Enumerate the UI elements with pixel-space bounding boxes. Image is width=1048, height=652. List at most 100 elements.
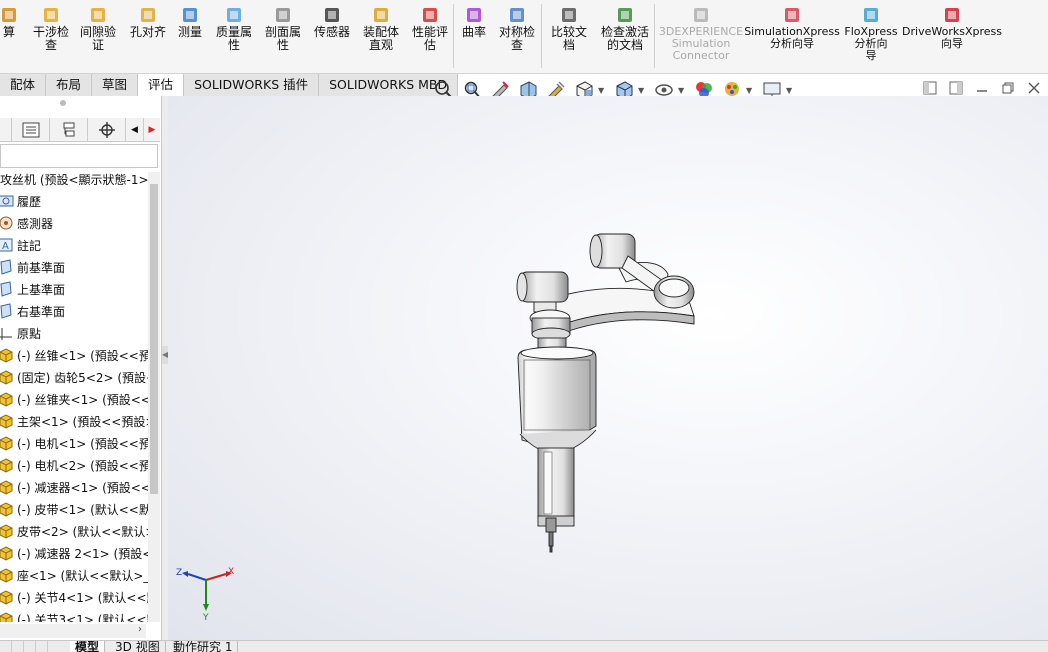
ribbon-button-8[interactable]: 装配体 直观	[358, 2, 404, 70]
tree-item-label: (固定) 齿轮5<2> (預設<	[17, 370, 148, 385]
tree-scroll-thumb[interactable]	[150, 184, 158, 494]
manager-tab-dimxpert[interactable]	[88, 118, 126, 142]
tree-item[interactable]: A 註記	[0, 234, 146, 256]
view-orientation-dropdown-icon[interactable]: ▼	[598, 86, 606, 95]
reference-triad: X Z Y	[176, 567, 234, 622]
tree-item[interactable]: (-) 减速器 2<1> (預設<	[0, 542, 148, 564]
tree-item[interactable]: 履歷	[0, 190, 146, 212]
panel-grip[interactable]	[60, 100, 66, 106]
simulation-connector-icon	[691, 5, 711, 25]
ribbon-button-label: 算	[2, 25, 15, 39]
last-tab-arrow-icon[interactable]	[36, 641, 48, 652]
ribbon-button-5[interactable]: 质量属 性	[212, 2, 256, 70]
tree-horizontal-scrollbar[interactable]: ›	[0, 624, 146, 638]
tree-item[interactable]: (-) 关节4<1> (默认<<默	[0, 586, 148, 608]
tree-item[interactable]: (-) 减速器<1> (預設<<	[0, 476, 148, 498]
tab-0[interactable]: 配体	[0, 74, 47, 96]
tree-item-label: 上基準面	[17, 282, 66, 297]
manager-tab-propertymanager[interactable]	[12, 118, 50, 142]
property-manager-icon	[22, 122, 39, 138]
tree-vertical-scrollbar[interactable]	[148, 172, 160, 622]
next-tab-arrow-icon[interactable]	[24, 641, 36, 652]
minimize-icon[interactable]	[974, 80, 990, 96]
ribbon-button-13[interactable]: 检查激活 的文档	[595, 2, 655, 70]
ribbon-button-label: 曲率	[461, 25, 486, 39]
tree-item[interactable]: 攻丝机 (预設<顯示狀態-1>	[0, 172, 148, 190]
close-icon[interactable]	[1026, 80, 1042, 96]
part-icon	[0, 567, 14, 583]
restore-icon[interactable]	[1000, 80, 1016, 96]
ribbon-button-14[interactable]: 3DEXPERIENCE Simulation Connector	[659, 2, 743, 70]
plane-icon	[0, 303, 14, 319]
bottom-tab-1[interactable]: 3D 视图	[110, 641, 166, 652]
tree-item[interactable]: 上基準面	[0, 278, 146, 300]
manager-tab-configurationmanager[interactable]	[50, 118, 88, 142]
graphics-viewport[interactable]: X Z Y	[168, 96, 1048, 640]
first-tab-arrow-icon[interactable]	[0, 641, 12, 652]
ribbon-button-4[interactable]: 测量	[175, 2, 205, 70]
ribbon-button-1[interactable]: 干涉检 查	[30, 2, 72, 70]
apply-scene-dropdown-icon[interactable]: ▼	[746, 86, 754, 95]
dimxpert-crosshair-icon	[98, 122, 115, 138]
tile-left-icon[interactable]	[922, 80, 938, 96]
tree-filter-input[interactable]	[0, 144, 158, 168]
tree-item[interactable]: (-) 丝锥<1> (預設<<預	[0, 344, 148, 366]
ribbon-button-label: 孔对齐	[129, 25, 166, 39]
bottom-tab-2[interactable]: 動作研究 1	[168, 641, 239, 652]
part-icon	[0, 435, 14, 451]
ribbon-button-0[interactable]: 算	[0, 2, 18, 70]
tile-right-icon[interactable]	[948, 80, 964, 96]
tab-3[interactable]: 评估	[138, 74, 185, 96]
ribbon-button-2[interactable]: 间隙验 证	[78, 2, 118, 70]
tab-1[interactable]: 布局	[46, 74, 93, 96]
tree-item[interactable]: 前基準面	[0, 256, 146, 278]
ribbon-button-16[interactable]: FloXpress 分析向 导	[844, 2, 898, 70]
tree-item[interactable]: (-) 皮带<1> (默认<<默	[0, 498, 148, 520]
tab-2[interactable]: 草图	[92, 74, 139, 96]
hide-show-dropdown-icon[interactable]: ▼	[678, 86, 686, 95]
ribbon-button-label: 比较文 档	[550, 25, 587, 52]
tree-item-label: 攻丝机 (预設<顯示狀態-1>	[0, 172, 148, 187]
document-window-controls	[922, 80, 1042, 96]
tree-item-label: (-) 减速器 2<1> (預設<	[17, 546, 148, 561]
ribbon-button-12[interactable]: 比较文 档	[547, 2, 591, 70]
tab-4[interactable]: SOLIDWORKS 插件	[184, 74, 320, 96]
tree-item[interactable]: (-) 电机<1> (預設<<預	[0, 432, 148, 454]
tree-item[interactable]: 皮带<2> (默认<<默认>	[0, 520, 148, 542]
ribbon-button-6[interactable]: 剖面属 性	[261, 2, 305, 70]
manager-tab-featuremanager[interactable]	[0, 118, 12, 142]
tree-item[interactable]: (固定) 齿轮5<2> (預設<	[0, 366, 148, 388]
tree-item[interactable]: 座<1> (默认<<默认>_显	[0, 564, 148, 586]
ribbon-button-11[interactable]: 对称检 查	[496, 2, 538, 70]
plane-icon	[0, 281, 14, 297]
ribbon-button-label: 装配体 直观	[362, 25, 399, 52]
tree-item[interactable]: 感測器	[0, 212, 146, 234]
manager-tab-scroll-left[interactable]: ◀	[126, 118, 144, 142]
annotations-icon: A	[0, 237, 14, 253]
display-style-dropdown-icon[interactable]: ▼	[638, 86, 646, 95]
tree-item-label: 座<1> (默认<<默认>_显	[17, 568, 148, 583]
chevron-right-icon: ›	[138, 624, 142, 635]
ribbon-button-17[interactable]: DriveWorksXpress 向导	[902, 2, 1002, 70]
check-active-document-icon	[615, 5, 635, 25]
tree-item[interactable]: 原點	[0, 322, 146, 344]
plane-icon	[0, 259, 14, 275]
ribbon-button-9[interactable]: 性能评 估	[408, 2, 452, 70]
ribbon-button-3[interactable]: 孔对齐	[127, 2, 169, 70]
mass-properties-icon	[224, 5, 244, 25]
tree-item[interactable]: 右基準面	[0, 300, 146, 322]
tree-item[interactable]: (-) 丝锥夹<1> (預設<<	[0, 388, 148, 410]
triad-x-label: X	[228, 567, 234, 577]
configuration-manager-icon	[63, 122, 74, 137]
manager-tab-scroll-right[interactable]: ▶	[144, 118, 160, 142]
ribbon-button-15[interactable]: SimulationXpress 分析向导	[744, 2, 840, 70]
ribbon-button-7[interactable]: 传感器	[310, 2, 354, 70]
tree-item[interactable]: 主架<1> (預設<<預設>	[0, 410, 148, 432]
ribbon-button-10[interactable]: 曲率	[459, 2, 489, 70]
bottom-tab-0[interactable]: 模型	[70, 641, 106, 652]
view-settings-dropdown-icon[interactable]: ▼	[786, 86, 794, 95]
tree-item[interactable]: (-) 关节3<1> (默认<<默	[0, 608, 148, 622]
prev-tab-arrow-icon[interactable]	[12, 641, 24, 652]
solidworks-window: 算 干涉检 查间隙验 证孔对齐 测量 质量属 性剖面属 性传感器 装配体 直观 性能评 估…	[0, 0, 1048, 652]
tree-item[interactable]: (-) 电机<2> (預設<<預	[0, 454, 148, 476]
